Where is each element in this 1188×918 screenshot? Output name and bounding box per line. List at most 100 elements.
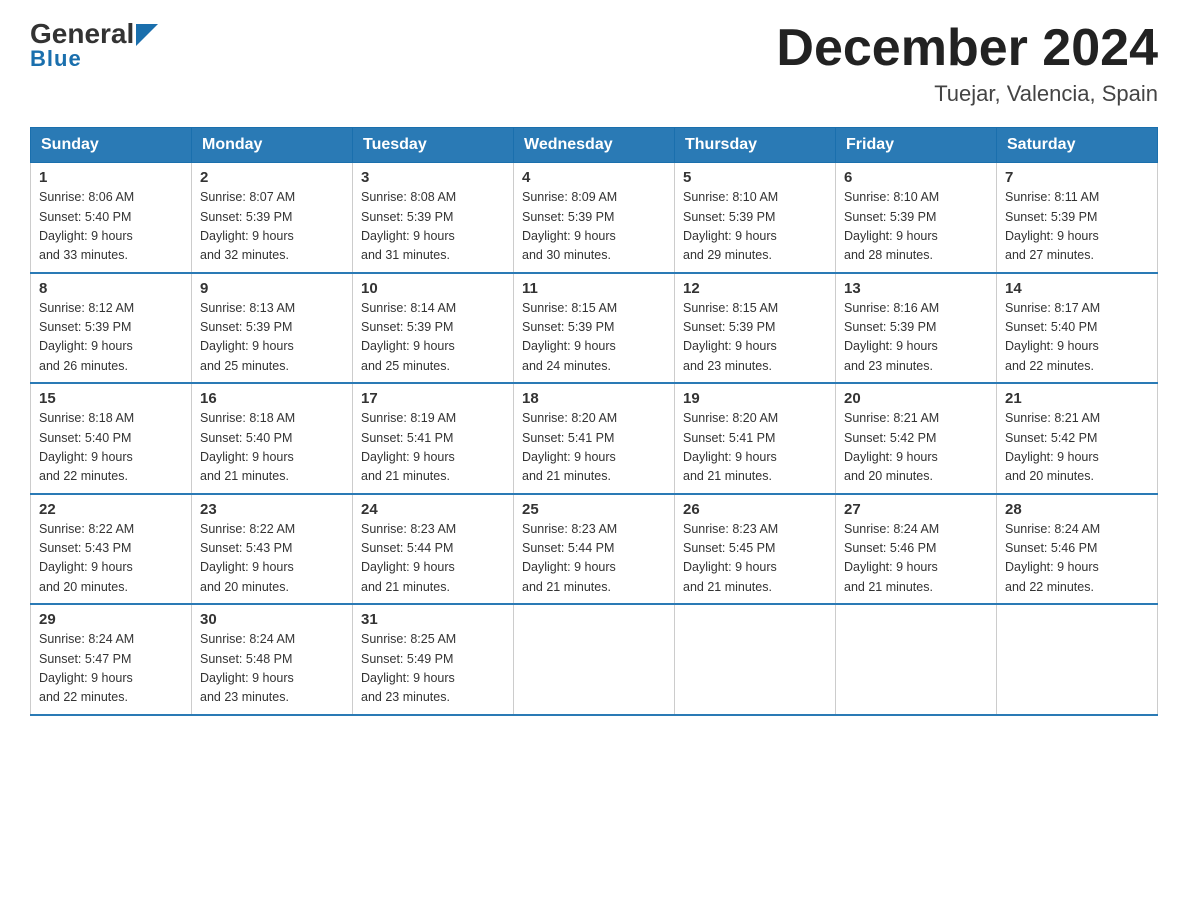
day-info: Sunrise: 8:24 AMSunset: 5:46 PMDaylight:… [1005,522,1100,594]
day-number: 11 [522,280,666,297]
day-number: 7 [1005,169,1149,186]
table-row: 29 Sunrise: 8:24 AMSunset: 5:47 PMDaylig… [31,604,192,715]
day-number: 30 [200,611,344,628]
day-info: Sunrise: 8:24 AMSunset: 5:48 PMDaylight:… [200,632,295,704]
col-friday: Friday [836,128,997,163]
day-number: 1 [39,169,183,186]
calendar-week-row: 15 Sunrise: 8:18 AMSunset: 5:40 PMDaylig… [31,383,1158,494]
table-row [675,604,836,715]
table-row: 15 Sunrise: 8:18 AMSunset: 5:40 PMDaylig… [31,383,192,494]
col-tuesday: Tuesday [353,128,514,163]
day-info: Sunrise: 8:24 AMSunset: 5:46 PMDaylight:… [844,522,939,594]
table-row: 3 Sunrise: 8:08 AMSunset: 5:39 PMDayligh… [353,163,514,273]
day-number: 24 [361,501,505,518]
day-number: 26 [683,501,827,518]
day-info: Sunrise: 8:15 AMSunset: 5:39 PMDaylight:… [522,301,617,373]
day-info: Sunrise: 8:07 AMSunset: 5:39 PMDaylight:… [200,190,295,262]
day-info: Sunrise: 8:23 AMSunset: 5:44 PMDaylight:… [522,522,617,594]
day-number: 10 [361,280,505,297]
table-row: 12 Sunrise: 8:15 AMSunset: 5:39 PMDaylig… [675,273,836,384]
table-row: 24 Sunrise: 8:23 AMSunset: 5:44 PMDaylig… [353,494,514,605]
day-info: Sunrise: 8:18 AMSunset: 5:40 PMDaylight:… [200,411,295,483]
day-number: 9 [200,280,344,297]
calendar-table: Sunday Monday Tuesday Wednesday Thursday… [30,127,1158,716]
day-info: Sunrise: 8:20 AMSunset: 5:41 PMDaylight:… [522,411,617,483]
day-number: 21 [1005,390,1149,407]
col-saturday: Saturday [997,128,1158,163]
table-row: 9 Sunrise: 8:13 AMSunset: 5:39 PMDayligh… [192,273,353,384]
day-info: Sunrise: 8:10 AMSunset: 5:39 PMDaylight:… [683,190,778,262]
day-number: 27 [844,501,988,518]
table-row: 8 Sunrise: 8:12 AMSunset: 5:39 PMDayligh… [31,273,192,384]
table-row: 18 Sunrise: 8:20 AMSunset: 5:41 PMDaylig… [514,383,675,494]
day-number: 23 [200,501,344,518]
day-info: Sunrise: 8:12 AMSunset: 5:39 PMDaylight:… [39,301,134,373]
day-number: 25 [522,501,666,518]
day-info: Sunrise: 8:11 AMSunset: 5:39 PMDaylight:… [1005,190,1099,262]
day-number: 2 [200,169,344,186]
day-info: Sunrise: 8:17 AMSunset: 5:40 PMDaylight:… [1005,301,1100,373]
day-number: 5 [683,169,827,186]
day-number: 4 [522,169,666,186]
table-row: 27 Sunrise: 8:24 AMSunset: 5:46 PMDaylig… [836,494,997,605]
table-row: 19 Sunrise: 8:20 AMSunset: 5:41 PMDaylig… [675,383,836,494]
day-number: 6 [844,169,988,186]
table-row: 22 Sunrise: 8:22 AMSunset: 5:43 PMDaylig… [31,494,192,605]
day-number: 31 [361,611,505,628]
table-row: 25 Sunrise: 8:23 AMSunset: 5:44 PMDaylig… [514,494,675,605]
col-wednesday: Wednesday [514,128,675,163]
day-info: Sunrise: 8:24 AMSunset: 5:47 PMDaylight:… [39,632,134,704]
day-info: Sunrise: 8:21 AMSunset: 5:42 PMDaylight:… [844,411,939,483]
calendar-week-row: 1 Sunrise: 8:06 AMSunset: 5:40 PMDayligh… [31,163,1158,273]
day-number: 29 [39,611,183,628]
table-row: 14 Sunrise: 8:17 AMSunset: 5:40 PMDaylig… [997,273,1158,384]
day-info: Sunrise: 8:23 AMSunset: 5:44 PMDaylight:… [361,522,456,594]
day-number: 12 [683,280,827,297]
table-row: 21 Sunrise: 8:21 AMSunset: 5:42 PMDaylig… [997,383,1158,494]
month-title: December 2024 [776,20,1158,77]
calendar-week-row: 8 Sunrise: 8:12 AMSunset: 5:39 PMDayligh… [31,273,1158,384]
table-row: 6 Sunrise: 8:10 AMSunset: 5:39 PMDayligh… [836,163,997,273]
table-row [514,604,675,715]
day-number: 16 [200,390,344,407]
day-info: Sunrise: 8:22 AMSunset: 5:43 PMDaylight:… [200,522,295,594]
calendar-week-row: 29 Sunrise: 8:24 AMSunset: 5:47 PMDaylig… [31,604,1158,715]
day-info: Sunrise: 8:14 AMSunset: 5:39 PMDaylight:… [361,301,456,373]
table-row [836,604,997,715]
day-number: 28 [1005,501,1149,518]
table-row: 13 Sunrise: 8:16 AMSunset: 5:39 PMDaylig… [836,273,997,384]
logo-triangle-icon [136,24,158,46]
logo-general: General [30,20,134,48]
day-number: 15 [39,390,183,407]
day-info: Sunrise: 8:09 AMSunset: 5:39 PMDaylight:… [522,190,617,262]
day-info: Sunrise: 8:18 AMSunset: 5:40 PMDaylight:… [39,411,134,483]
day-info: Sunrise: 8:23 AMSunset: 5:45 PMDaylight:… [683,522,778,594]
day-number: 17 [361,390,505,407]
day-number: 13 [844,280,988,297]
logo-blue: Blue [30,46,82,72]
page-header: General Blue December 2024 Tuejar, Valen… [30,20,1158,107]
day-number: 19 [683,390,827,407]
day-number: 20 [844,390,988,407]
table-row: 23 Sunrise: 8:22 AMSunset: 5:43 PMDaylig… [192,494,353,605]
day-info: Sunrise: 8:22 AMSunset: 5:43 PMDaylight:… [39,522,134,594]
table-row: 1 Sunrise: 8:06 AMSunset: 5:40 PMDayligh… [31,163,192,273]
day-info: Sunrise: 8:13 AMSunset: 5:39 PMDaylight:… [200,301,295,373]
table-row: 16 Sunrise: 8:18 AMSunset: 5:40 PMDaylig… [192,383,353,494]
table-row: 28 Sunrise: 8:24 AMSunset: 5:46 PMDaylig… [997,494,1158,605]
day-number: 18 [522,390,666,407]
day-number: 22 [39,501,183,518]
day-number: 8 [39,280,183,297]
day-info: Sunrise: 8:21 AMSunset: 5:42 PMDaylight:… [1005,411,1100,483]
table-row: 17 Sunrise: 8:19 AMSunset: 5:41 PMDaylig… [353,383,514,494]
table-row: 20 Sunrise: 8:21 AMSunset: 5:42 PMDaylig… [836,383,997,494]
day-info: Sunrise: 8:10 AMSunset: 5:39 PMDaylight:… [844,190,939,262]
table-row: 7 Sunrise: 8:11 AMSunset: 5:39 PMDayligh… [997,163,1158,273]
table-row: 30 Sunrise: 8:24 AMSunset: 5:48 PMDaylig… [192,604,353,715]
col-thursday: Thursday [675,128,836,163]
calendar-header-row: Sunday Monday Tuesday Wednesday Thursday… [31,128,1158,163]
table-row: 31 Sunrise: 8:25 AMSunset: 5:49 PMDaylig… [353,604,514,715]
calendar-week-row: 22 Sunrise: 8:22 AMSunset: 5:43 PMDaylig… [31,494,1158,605]
title-block: December 2024 Tuejar, Valencia, Spain [776,20,1158,107]
day-info: Sunrise: 8:20 AMSunset: 5:41 PMDaylight:… [683,411,778,483]
